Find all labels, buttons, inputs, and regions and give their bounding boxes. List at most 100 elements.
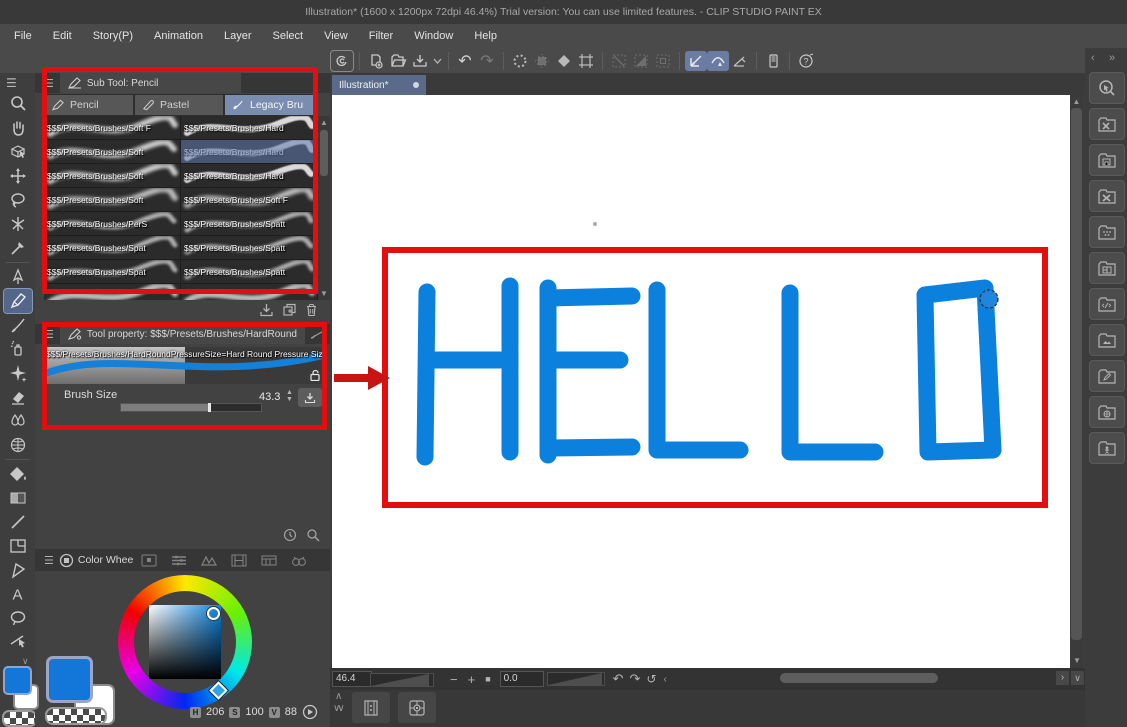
menu-layer[interactable]: Layer — [224, 30, 252, 42]
tool-strip-menu-icon[interactable]: ☰ — [0, 73, 35, 92]
tool-operation[interactable] — [4, 140, 32, 164]
fill-shape-icon[interactable] — [553, 51, 575, 71]
material-layout-button[interactable] — [1089, 252, 1125, 284]
hscroll-thumb[interactable] — [780, 673, 938, 683]
tool-balloon[interactable] — [4, 606, 32, 630]
zoom-in-button[interactable]: + — [468, 672, 476, 687]
tool-eraser[interactable] — [4, 385, 32, 409]
lock-icon[interactable] — [309, 369, 321, 381]
material-image-button[interactable] — [1089, 324, 1125, 356]
brush-size-slider[interactable] — [120, 403, 262, 412]
brush-list-scrollbar[interactable]: ▲ ▼ — [318, 116, 330, 300]
collapse-left-icon[interactable]: ‹ — [664, 674, 667, 685]
color-mode-toggle-icon[interactable] — [302, 704, 318, 720]
crop-mark-icon[interactable] — [575, 51, 597, 71]
save-more-dropdown[interactable] — [431, 51, 443, 71]
scroll-thumb[interactable] — [320, 130, 328, 176]
redo-button[interactable]: ↷ — [476, 51, 498, 71]
brush-item[interactable]: $$$/Presets/Brushes/PerS — [44, 212, 181, 236]
material-manga-button[interactable] — [1089, 180, 1125, 212]
selection-border-icon[interactable] — [652, 51, 674, 71]
tool-brush[interactable] — [4, 313, 32, 337]
copy-subtool-icon[interactable] — [282, 303, 297, 317]
tool-pen[interactable] — [4, 265, 32, 289]
approx-color-tab-icon[interactable] — [201, 554, 217, 567]
undo-button[interactable]: ↶ — [454, 51, 476, 71]
import-subtool-icon[interactable] — [259, 303, 274, 317]
subtool-tab-pastel[interactable]: Pastel — [134, 94, 224, 116]
brush-item[interactable]: $$$/Presets/Brushes/Hard — [181, 164, 318, 188]
brush-item[interactable]: $$$/Presets/Brushes/Soft F — [44, 116, 181, 140]
collapse-down-icon[interactable]: ∨∨ — [333, 703, 342, 714]
brush-panel-corner-icon[interactable] — [309, 328, 327, 340]
document-tab[interactable]: Illustration* — [332, 75, 426, 95]
material-collapse-icon[interactable]: ‹ — [1091, 52, 1095, 64]
subtool-tab-legacy-brush[interactable]: Legacy Bru — [224, 94, 318, 116]
brush-size-source-button[interactable] — [298, 388, 322, 407]
fit-to-screen-button[interactable]: ■ — [485, 674, 490, 684]
tool-blend[interactable] — [4, 409, 32, 433]
panel-menu-icon[interactable]: ☰ — [35, 328, 60, 341]
menu-help[interactable]: Help — [474, 30, 497, 42]
rotate-ccw-button[interactable]: ↶ — [613, 671, 624, 687]
new-canvas-button[interactable] — [365, 51, 387, 71]
subview-button[interactable] — [352, 692, 390, 723]
subtool-panel-tab[interactable]: Sub Tool: Pencil — [60, 73, 241, 93]
brush-item[interactable]: $$$/Presets/Brushes/Spatt — [181, 236, 318, 260]
color-slider-tab-icon[interactable] — [171, 554, 187, 567]
canvas-vscrollbar[interactable]: ▲ ▼ — [1070, 95, 1083, 668]
delete-subtool-icon[interactable] — [305, 303, 318, 317]
scroll-down-icon[interactable]: ▼ — [320, 289, 328, 299]
tool-move-layer[interactable] — [4, 164, 32, 188]
restore-defaults-icon[interactable] — [283, 528, 297, 542]
material-halftone-button[interactable] — [1089, 216, 1125, 248]
invert-selection-icon[interactable] — [630, 51, 652, 71]
brush-item[interactable] — [181, 284, 318, 300]
intermediate-color-tab-icon[interactable] — [231, 554, 247, 567]
main-color-swatch[interactable] — [3, 666, 32, 695]
transparent-color-swatch[interactable] — [2, 710, 37, 727]
tool-pencil[interactable] — [4, 289, 32, 313]
menu-animation[interactable]: Animation — [154, 30, 203, 42]
expand-up-icon[interactable]: ∧ — [335, 691, 342, 702]
save-button[interactable] — [409, 51, 431, 71]
panel-menu-icon[interactable]: ☰ — [35, 554, 59, 567]
screen-tone-icon[interactable] — [531, 51, 553, 71]
tool-liquify[interactable] — [4, 433, 32, 457]
scroll-up-icon[interactable]: ▲ — [1070, 95, 1083, 107]
quick-access-button[interactable] — [1089, 72, 1125, 104]
subtool-tab-pencil[interactable]: Pencil — [44, 94, 134, 116]
tool-frame-border[interactable] — [4, 534, 32, 558]
material-3d-object-button[interactable] — [1089, 396, 1125, 428]
menu-select[interactable]: Select — [273, 30, 304, 42]
menu-window[interactable]: Window — [414, 30, 453, 42]
tool-lasso[interactable] — [4, 188, 32, 212]
brush-item[interactable]: $$$/Presets/Brushes/Soft F — [181, 188, 318, 212]
material-edit-button[interactable] — [1089, 360, 1125, 392]
tool-eyedropper[interactable] — [4, 236, 32, 260]
brush-item[interactable]: $$$/Presets/Brushes/Soft — [44, 140, 181, 164]
brush-item[interactable]: $$$/Presets/Brushes/Spatt — [181, 260, 318, 284]
sv-selector[interactable] — [207, 607, 220, 620]
reset-view-button[interactable]: ↺ — [646, 672, 656, 686]
brush-item[interactable]: $$$/Presets/Brushes/Soft — [44, 164, 181, 188]
rotate-cw-button[interactable]: ↷ — [630, 671, 641, 687]
tool-polyline[interactable] — [4, 558, 32, 582]
show-all-settings-icon[interactable] — [306, 528, 320, 542]
clip-studio-logo-icon[interactable] — [330, 50, 354, 72]
zoom-out-button[interactable]: − — [450, 672, 458, 687]
tool-auto-select[interactable] — [4, 212, 32, 236]
tool-zoom[interactable] — [4, 92, 32, 116]
transparent-color-swatch-large[interactable] — [45, 707, 107, 725]
tool-decoration[interactable] — [4, 361, 32, 385]
brush-stroke-preview[interactable]: $$$/Presets/Brushes/HardRoundPressureSiz… — [44, 347, 325, 384]
scroll-up-icon[interactable]: ▲ — [318, 118, 330, 128]
zoom-slider[interactable] — [370, 673, 434, 687]
open-file-button[interactable] — [387, 51, 409, 71]
brush-size-value[interactable]: 43.3 — [259, 391, 280, 403]
scroll-down-icon[interactable]: ▼ — [1073, 656, 1081, 666]
brush-item[interactable]: $$$/Presets/Brushes/Spat — [44, 260, 181, 284]
panel-menu-icon[interactable]: ☰ — [35, 77, 60, 90]
tool-fill[interactable] — [4, 462, 32, 486]
tool-airbrush[interactable] — [4, 337, 32, 361]
